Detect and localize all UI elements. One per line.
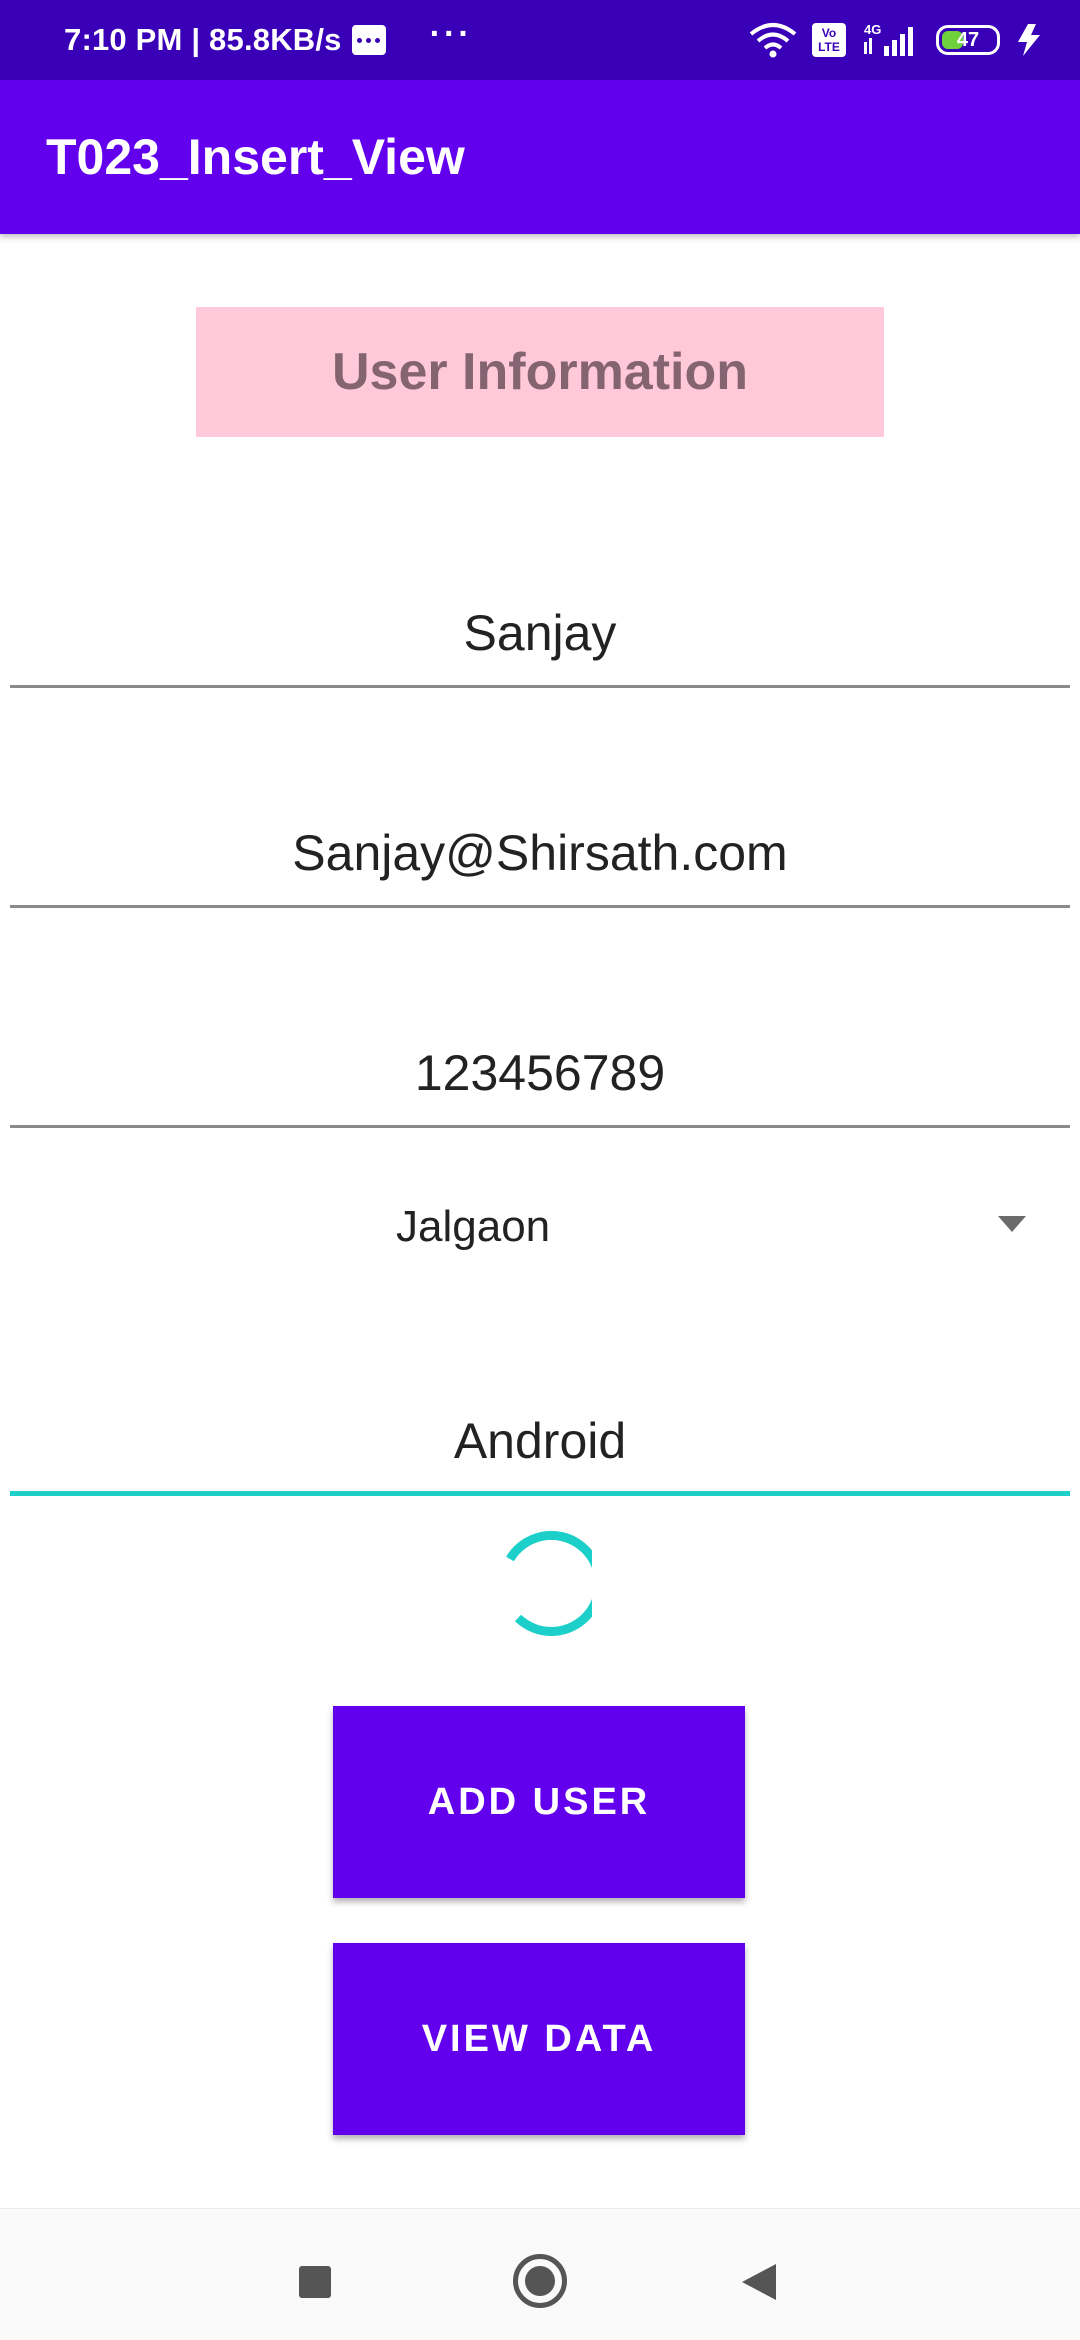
battery-icon: 47 [936,25,1000,55]
dropdown-arrow-icon [998,1216,1026,1232]
course-field[interactable]: Android [10,1386,1070,1496]
status-right: Vo LTE 4G 47 [748,0,1044,80]
status-bar: 7:10 PM | 85.8KB/s ··· Vo LTE 4G 47 [0,0,1080,80]
status-time-speed: 7:10 PM | 85.8KB/s [64,22,342,57]
message-notification-icon [351,25,386,55]
home-icon[interactable] [513,2254,567,2308]
charging-icon [1018,24,1040,56]
phone-field[interactable]: 123456789 [10,1018,1070,1128]
app-title: T023_Insert_View [46,129,465,185]
name-field[interactable]: Sanjay [10,578,1070,688]
volte-icon: Vo LTE [812,23,846,57]
network-type-label: 4G [864,22,881,37]
more-notifications-icon: ··· [429,14,473,53]
screen: 7:10 PM | 85.8KB/s ··· Vo LTE 4G 47 T023… [0,0,1080,2340]
wifi-icon [749,23,797,58]
user-information-header: User Information [196,307,884,437]
loading-spinner-icon [506,1530,592,1636]
add-user-button[interactable]: ADD USER [333,1706,745,1898]
cell-signal-icon: 4G [864,22,913,56]
recent-apps-icon[interactable] [299,2266,331,2298]
battery-level: 47 [956,28,980,51]
status-left: 7:10 PM | 85.8KB/s ··· [64,0,473,80]
navigation-bar [0,2208,1080,2340]
city-dropdown[interactable]: Jalgaon [0,1172,1080,1282]
view-data-button[interactable]: VIEW DATA [333,1943,745,2135]
city-dropdown-value: Jalgaon [396,1202,551,1251]
back-icon[interactable] [742,2264,776,2300]
email-field[interactable]: Sanjay@Shirsath.com [10,798,1070,908]
app-bar: T023_Insert_View [0,80,1080,234]
